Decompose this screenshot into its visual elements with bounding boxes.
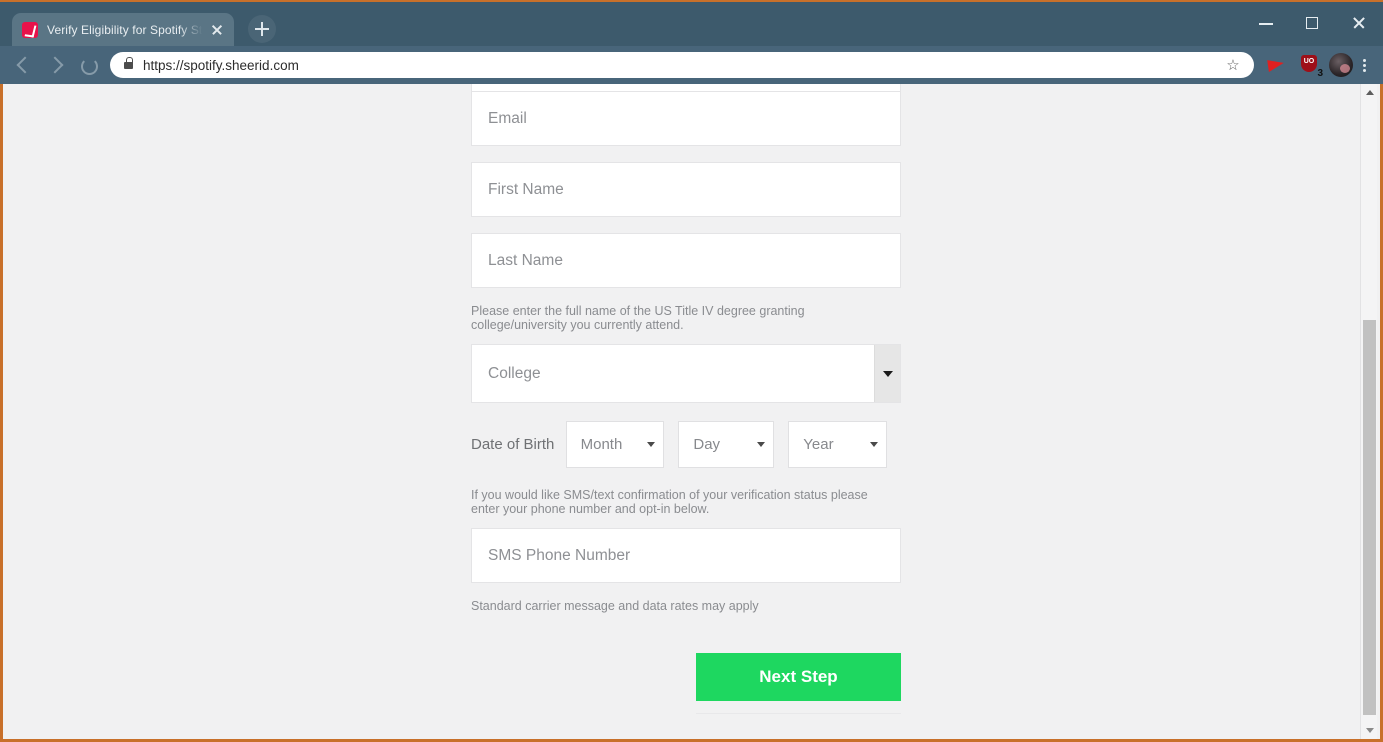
chevron-down-icon [882,370,893,377]
url-text: https://spotify.sheerid.com [143,57,299,73]
verification-form-page: Email First Name Last Name Please enter … [3,84,1380,739]
college-select[interactable]: College [471,344,901,403]
triangle-up-icon [1365,90,1374,95]
sheerid-logo-icon [22,21,38,38]
next-step-button[interactable]: Next Step [696,653,901,701]
chevron-down-icon [870,442,879,447]
browser-menu-button[interactable] [1353,50,1375,80]
last-name-placeholder: Last Name [488,251,563,269]
reload-button[interactable] [72,49,104,81]
birth-year-placeholder: Year [803,436,834,453]
window-controls [1243,0,1383,46]
uo-shield-extension-icon[interactable]: UO 3 [1294,50,1324,80]
birth-day-placeholder: Day [693,436,721,453]
scroll-up-button[interactable] [1361,84,1378,101]
triangle-down-icon [1365,728,1374,733]
maximize-window-button[interactable] [1289,8,1335,38]
college-placeholder: College [488,364,541,382]
profile-avatar[interactable] [1329,53,1353,77]
carrier-rates-note: Standard carrier message and data rates … [471,599,759,613]
browser-tab[interactable]: Verify Eligibility for Spotify Stude [12,13,234,46]
birth-month-placeholder: Month [580,436,623,453]
email-field[interactable]: Email [471,91,901,146]
bookmark-star-icon[interactable]: ☆ [1222,58,1244,73]
uo-shield-badge: 3 [1317,68,1323,79]
page-scrollbar[interactable] [1360,84,1377,739]
chevron-down-icon [757,442,766,447]
birth-day-select[interactable]: Day [678,421,775,468]
field-above-cutoff [471,84,901,91]
new-tab-button[interactable] [248,15,276,43]
college-helper-text: Please enter the full name of the US Tit… [471,304,805,332]
close-tab-icon[interactable] [208,21,226,39]
sms-phone-field[interactable]: SMS Phone Number [471,528,901,583]
eligibility-form: Email First Name Last Name Please enter … [471,84,901,714]
back-button[interactable] [8,49,40,81]
close-window-button[interactable] [1335,8,1381,38]
page-viewport: Email First Name Last Name Please enter … [0,84,1383,742]
sms-phone-placeholder: SMS Phone Number [488,546,631,564]
scrollbar-thumb[interactable] [1363,320,1376,715]
browser-window: Verify Eligibility for Spotify Stude htt… [0,0,1383,742]
scroll-down-button[interactable] [1361,722,1378,739]
red-bird-extension-icon[interactable] [1262,50,1292,80]
date-of-birth-row: Date of Birth Month Day Year [471,421,901,468]
address-bar[interactable]: https://spotify.sheerid.com ☆ [110,52,1254,78]
email-placeholder: Email [488,109,527,127]
first-name-field[interactable]: First Name [471,162,901,217]
minimize-window-button[interactable] [1243,8,1289,38]
first-name-placeholder: First Name [488,180,564,198]
sms-helper-text: If you would like SMS/text confirmation … [471,488,868,516]
lock-icon [124,57,134,69]
uo-shield-label: UO [1301,55,1317,72]
browser-toolbar: https://spotify.sheerid.com ☆ UO 3 [0,46,1383,84]
title-bar: Verify Eligibility for Spotify Stude [0,0,1383,46]
birth-year-select[interactable]: Year [788,421,888,468]
last-name-field[interactable]: Last Name [471,233,901,288]
form-bottom-divider [696,713,901,714]
tab-title: Verify Eligibility for Spotify Stude [47,22,204,37]
tab-strip: Verify Eligibility for Spotify Stude [0,0,1243,46]
college-dropdown-button[interactable] [874,345,900,402]
forward-button[interactable] [40,49,72,81]
date-of-birth-label: Date of Birth [471,436,555,453]
submit-row: Next Step [471,653,901,701]
birth-month-select[interactable]: Month [565,421,665,468]
chevron-down-icon [647,442,656,447]
